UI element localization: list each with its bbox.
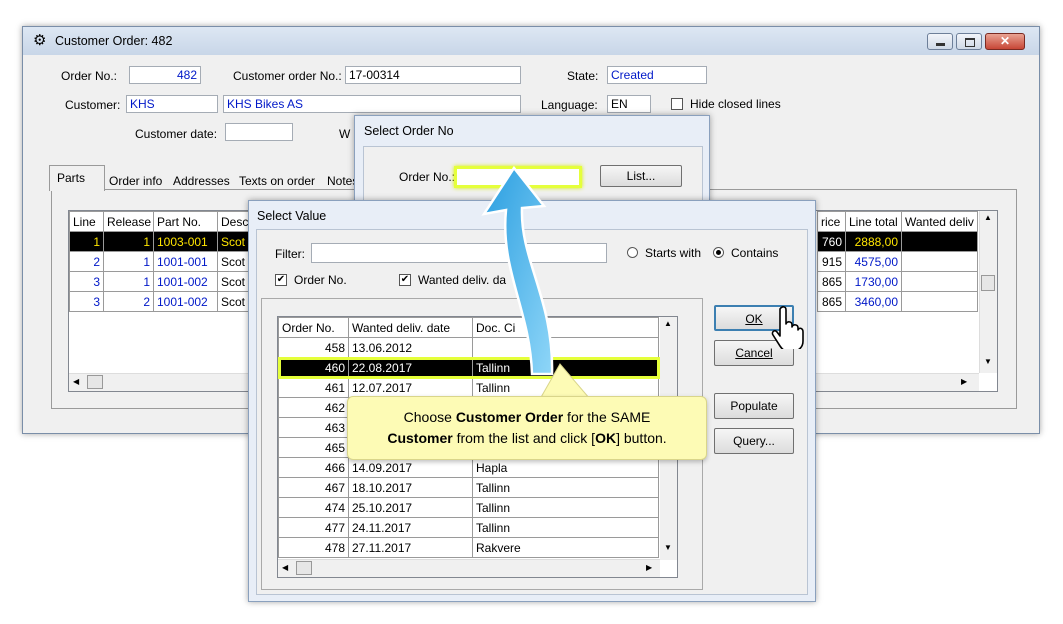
select-order-title: Select Order No [364, 124, 454, 138]
query-button[interactable]: Query... [714, 428, 794, 454]
customer-order-no-label: Customer order No.: [233, 69, 342, 83]
list-item[interactable]: 461 12.07.2017 Tallinn [278, 377, 659, 398]
list-scroll-thumb-h[interactable] [296, 561, 312, 575]
list-scroll-down-icon[interactable]: ▼ [664, 543, 672, 552]
w-label: W [339, 127, 351, 141]
col-wanted-deliv[interactable]: Wanted deliv [901, 211, 978, 232]
contains-radio[interactable] [713, 247, 724, 258]
tab-parts[interactable]: Parts [49, 165, 105, 191]
list-item[interactable]: 466 14.09.2017 Hapla [278, 457, 659, 478]
col-price[interactable]: rice [817, 211, 846, 232]
col-line[interactable]: Line [69, 211, 104, 232]
list-scroll-up-icon[interactable]: ▲ [664, 319, 672, 328]
list-item[interactable]: 478 27.11.2017 Rakvere [278, 537, 659, 558]
starts-with-label: Starts with [645, 246, 702, 260]
order-no-label: Order No.: [61, 69, 118, 83]
main-window-title: Customer Order: 482 [55, 34, 173, 48]
col-line-total[interactable]: Line total [845, 211, 902, 232]
minimize-button[interactable] [927, 33, 953, 50]
callout-line-2: Customer from the list and click [OK] bu… [387, 430, 667, 446]
customer-name-field[interactable]: KHS Bikes AS [223, 95, 521, 113]
maximize-icon [965, 38, 975, 47]
language-field[interactable]: EN [607, 95, 651, 113]
table-row[interactable]: 760 2888,00 [817, 231, 978, 252]
list-item[interactable]: 474 25.10.2017 Tallinn [278, 497, 659, 518]
list-item[interactable]: 458 13.06.2012 [278, 337, 659, 358]
order-no-field[interactable]: 482 [129, 66, 201, 84]
col-release[interactable]: Release [103, 211, 154, 232]
list-item[interactable]: 477 24.11.2017 Tallinn [278, 517, 659, 538]
close-button[interactable]: ✕ [985, 33, 1025, 50]
scroll-left-icon[interactable]: ◀ [73, 377, 79, 386]
parts-header-row-right: rice Line total Wanted deliv [817, 211, 978, 232]
instruction-callout: Choose Customer Order for the SAME Custo… [347, 396, 707, 460]
scroll-down-icon[interactable]: ▼ [984, 357, 992, 366]
col-wanted-date[interactable]: Wanted deliv. date [348, 317, 473, 338]
parts-vertical-scrollbar[interactable]: ▲ ▼ [979, 211, 997, 373]
customer-date-label: Customer date: [135, 127, 218, 141]
customer-order-no-field[interactable]: 17-00314 [345, 66, 521, 84]
parts-table-right: rice Line total Wanted deliv 760 2888,00… [817, 211, 978, 312]
callout-pointer [539, 363, 592, 400]
table-row[interactable]: 865 1730,00 [817, 271, 978, 292]
tab-order-info[interactable]: Order info [109, 174, 162, 188]
scroll-thumb-h[interactable] [87, 375, 103, 389]
customer-label: Customer: [65, 98, 121, 112]
col-part-no[interactable]: Part No. [153, 211, 218, 232]
contains-label: Contains [731, 246, 779, 260]
scroll-thumb[interactable] [981, 275, 995, 291]
order-no-checkbox[interactable]: ✔ [275, 274, 287, 286]
order-list-header: Order No. Wanted deliv. date Doc. Ci [278, 317, 659, 338]
hide-closed-lines-checkbox[interactable] [671, 98, 683, 110]
list-horizontal-scrollbar[interactable]: ◀ ▶ [278, 559, 660, 577]
populate-button[interactable]: Populate [714, 393, 794, 419]
customer-date-field[interactable] [225, 123, 293, 141]
close-icon: ✕ [999, 34, 1011, 48]
wanted-deliv-checkbox[interactable]: ✔ [399, 274, 411, 286]
table-row[interactable]: 865 3460,00 [817, 291, 978, 312]
main-title-bar: ⚙ Customer Order: 482 ✕ [23, 27, 1039, 55]
state-field[interactable]: Created [607, 66, 707, 84]
hand-cursor-icon [771, 306, 804, 349]
list-item[interactable]: 467 18.10.2017 Tallinn [278, 477, 659, 498]
scroll-right-icon[interactable]: ▶ [961, 377, 967, 386]
select-order-no-label: Order No.: [399, 170, 456, 184]
list-scroll-right-icon[interactable]: ▶ [646, 563, 652, 572]
filter-label: Filter: [275, 247, 305, 261]
customer-code-field[interactable]: KHS [126, 95, 218, 113]
minimize-icon [936, 43, 945, 46]
state-label: State: [567, 69, 599, 83]
hide-closed-lines-label: Hide closed lines [690, 97, 781, 111]
select-value-title: Select Value [257, 209, 327, 223]
tab-texts-on-order[interactable]: Texts on order [239, 174, 315, 188]
list-scroll-left-icon[interactable]: ◀ [282, 563, 288, 572]
list-item-selected[interactable]: 460 22.08.2017 Tallinn [278, 356, 660, 379]
curved-arrow-icon [481, 165, 554, 376]
language-label: Language: [541, 98, 598, 112]
table-row[interactable]: 915 4575,00 [817, 251, 978, 272]
list-button[interactable]: List... [600, 165, 682, 187]
scroll-up-icon[interactable]: ▲ [984, 213, 992, 222]
callout-line-1: Choose Customer Order for the SAME [403, 409, 651, 425]
starts-with-radio[interactable] [627, 247, 638, 258]
col-order-no[interactable]: Order No. [278, 317, 349, 338]
order-no-checkbox-label: Order No. [294, 273, 347, 287]
tab-addresses[interactable]: Addresses [173, 174, 230, 188]
maximize-button[interactable] [956, 33, 982, 50]
app-gear-icon: ⚙ [33, 32, 47, 49]
